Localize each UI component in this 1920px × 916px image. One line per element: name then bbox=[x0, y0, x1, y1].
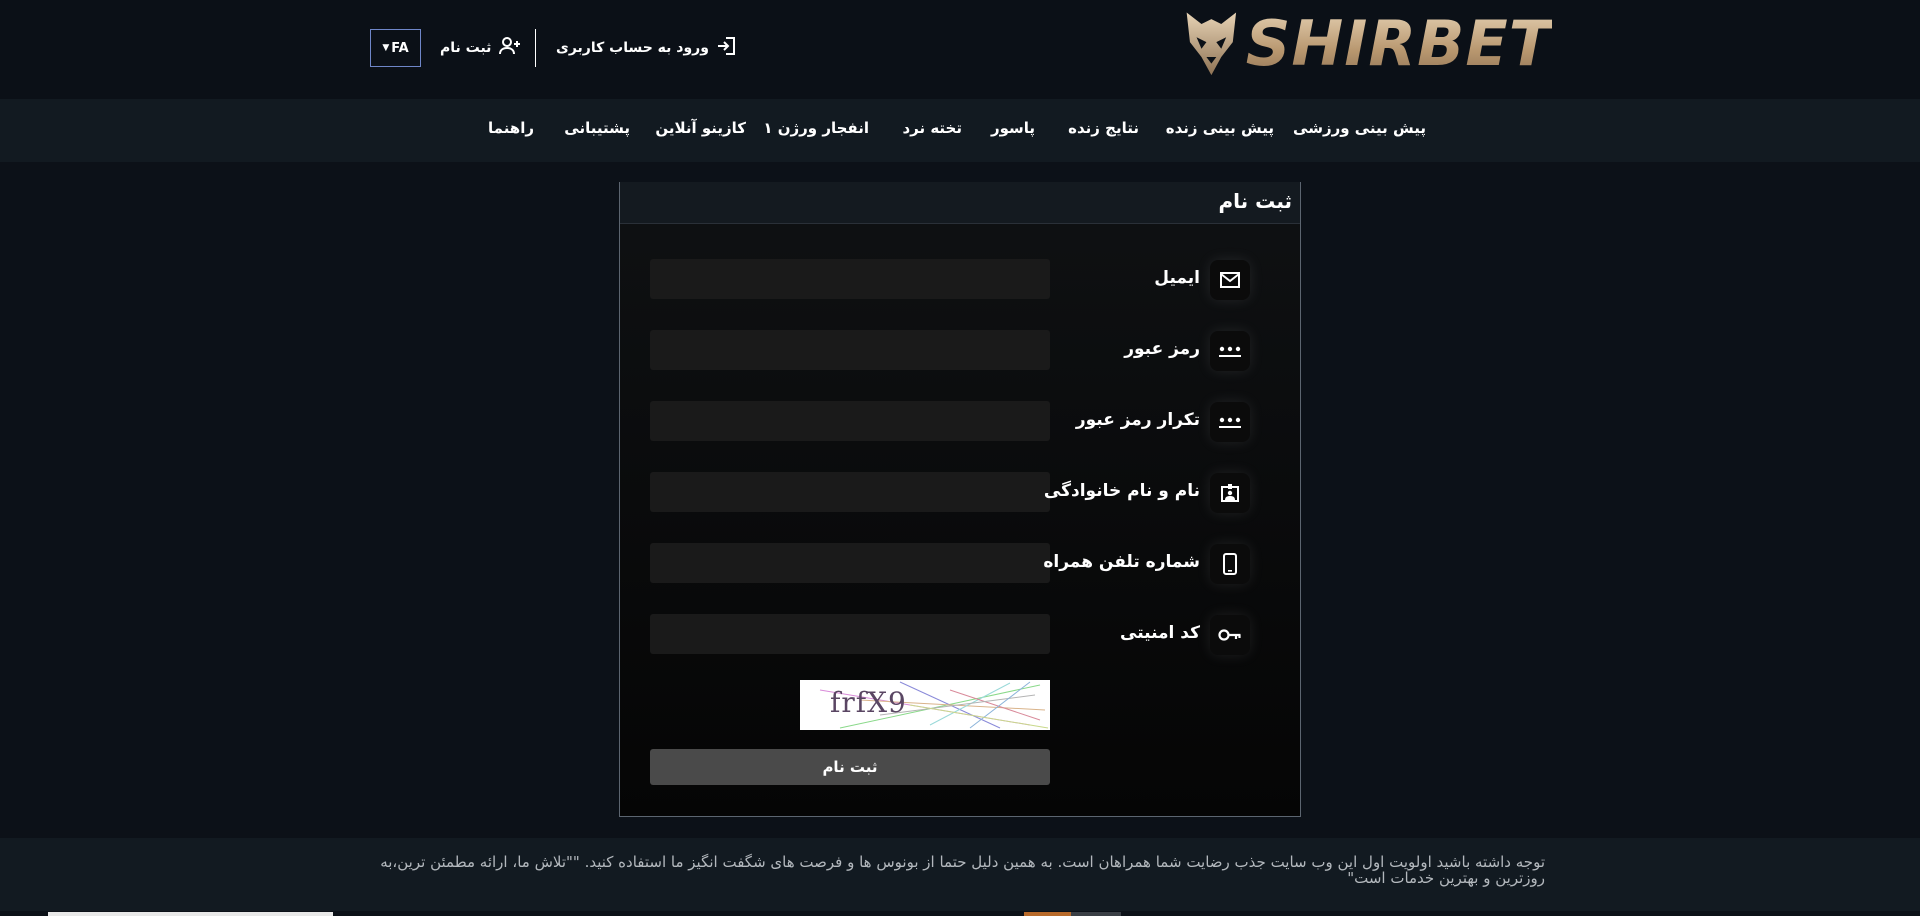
brand-name: SHIRBET bbox=[1245, 6, 1552, 80]
login-label: ورود به حساب کاربری bbox=[556, 40, 709, 56]
bottom-bar-segment bbox=[1024, 912, 1071, 916]
header: ▼ FA ثبت نام ورود به حساب کاربری SHIRBET bbox=[0, 0, 1920, 99]
register-link[interactable]: ثبت نام bbox=[440, 36, 521, 60]
email-label: ایمیل bbox=[1154, 268, 1200, 288]
register-label: ثبت نام bbox=[440, 40, 492, 56]
nav-item-support[interactable]: پشتیبانی bbox=[564, 119, 630, 137]
email-field[interactable] bbox=[650, 259, 1050, 299]
lion-logo-icon bbox=[1186, 12, 1237, 76]
phone-label: شماره تلفن همراه bbox=[1043, 552, 1200, 572]
login-icon bbox=[717, 36, 737, 60]
nav-item-casino[interactable]: کازینو آنلاین bbox=[655, 119, 746, 137]
bottom-bar-segment bbox=[48, 912, 333, 916]
password-row: رمز عبور bbox=[620, 330, 1300, 372]
nav-item-live-betting[interactable]: پیش بینی زنده bbox=[1166, 119, 1274, 137]
nav-item-crash[interactable]: انفجار ورژن ۱ bbox=[763, 119, 869, 137]
password-icon bbox=[1210, 331, 1250, 371]
nav-item-backgammon[interactable]: تخته نرد bbox=[902, 119, 962, 137]
caret-down-icon: ▼ bbox=[382, 43, 390, 53]
captcha-image: frfX9 bbox=[800, 680, 1050, 730]
security-code-row: کد امنیتی bbox=[620, 614, 1300, 656]
password-field[interactable] bbox=[650, 330, 1050, 370]
fullname-label: نام و نام خانوادگی bbox=[1043, 481, 1200, 501]
bottom-bar-segment bbox=[1071, 912, 1121, 916]
nav-item-pasur[interactable]: پاسور bbox=[991, 119, 1035, 137]
fullname-row: نام و نام خانوادگی bbox=[620, 472, 1300, 514]
phone-icon bbox=[1210, 544, 1250, 584]
password-icon bbox=[1210, 402, 1250, 442]
security-code-label: کد امنیتی bbox=[1120, 623, 1200, 643]
repeat-password-label: تکرار رمز عبور bbox=[1075, 410, 1200, 430]
submit-register-button[interactable]: ثبت نام bbox=[650, 749, 1050, 785]
language-code: FA bbox=[391, 40, 409, 56]
main-nav: پیش بینی ورزشی پیش بینی زنده نتایج زنده … bbox=[0, 99, 1920, 162]
language-selector[interactable]: ▼ FA bbox=[370, 29, 421, 67]
phone-field[interactable] bbox=[650, 543, 1050, 583]
email-row: ایمیل bbox=[620, 259, 1300, 301]
panel-header: ثبت نام bbox=[620, 182, 1300, 224]
password-label: رمز عبور bbox=[1124, 339, 1200, 359]
repeat-password-row: تکرار رمز عبور bbox=[620, 401, 1300, 443]
mail-icon bbox=[1210, 260, 1250, 300]
repeat-password-field[interactable] bbox=[650, 401, 1050, 441]
nav-item-help[interactable]: راهنما bbox=[488, 119, 534, 137]
key-icon bbox=[1210, 615, 1250, 655]
brand-logo[interactable]: SHIRBET bbox=[1185, 2, 1552, 84]
register-panel: ثبت نام ایمیل رمز عبور تکرار رمز عبور نا… bbox=[619, 182, 1301, 817]
footer: توجه داشته باشید اولویت اول این وب سایت … bbox=[0, 838, 1920, 916]
login-link[interactable]: ورود به حساب کاربری bbox=[556, 36, 737, 60]
nav-item-sports[interactable]: پیش بینی ورزشی bbox=[1293, 119, 1426, 137]
add-user-icon bbox=[499, 37, 521, 59]
nav-item-live-results[interactable]: نتایج زنده bbox=[1068, 119, 1139, 137]
phone-row: شماره تلفن همراه bbox=[620, 543, 1300, 585]
panel-title: ثبت نام bbox=[1218, 189, 1293, 213]
captcha-text: frfX9 bbox=[830, 686, 907, 719]
footer-notice: توجه داشته باشید اولویت اول این وب سایت … bbox=[380, 853, 1545, 887]
fullname-field[interactable] bbox=[650, 472, 1050, 512]
id-card-icon bbox=[1210, 473, 1250, 513]
security-code-field[interactable] bbox=[650, 614, 1050, 654]
header-divider bbox=[535, 29, 536, 67]
